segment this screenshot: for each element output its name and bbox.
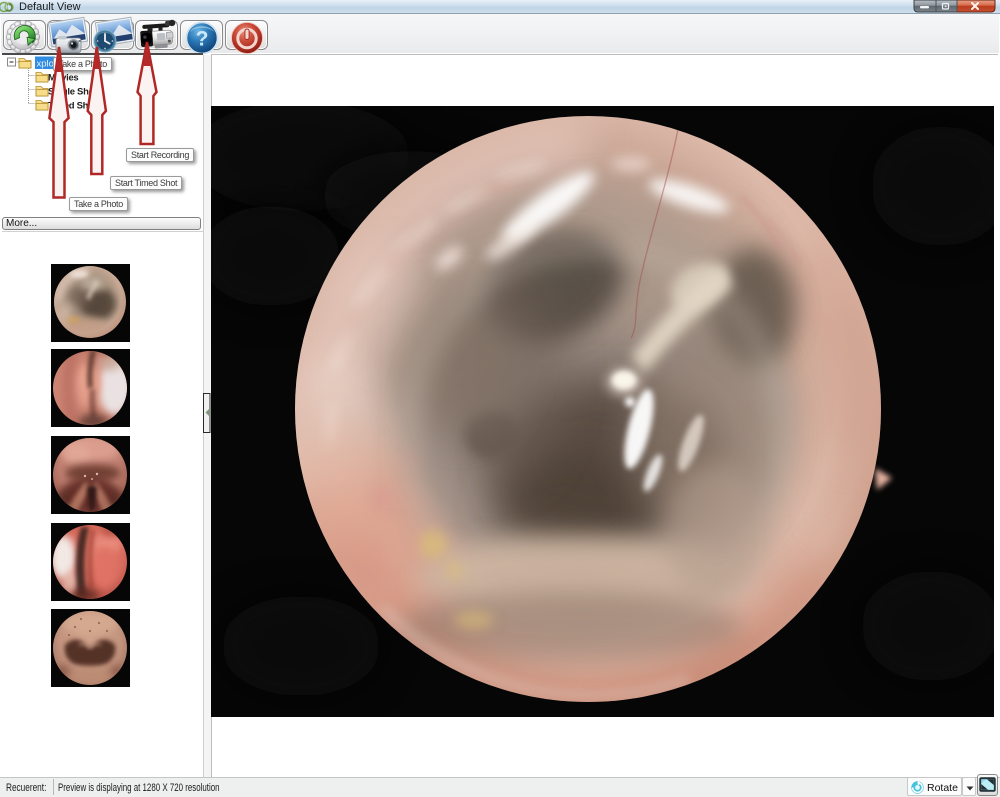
svg-text:xplo: xplo xyxy=(37,59,54,70)
svg-text:Timed Shots: Timed Shots xyxy=(48,101,102,112)
svg-text:?: ? xyxy=(196,28,209,51)
svg-text:Single Shots: Single Shots xyxy=(48,87,102,98)
svg-text:Movies: Movies xyxy=(48,73,78,84)
